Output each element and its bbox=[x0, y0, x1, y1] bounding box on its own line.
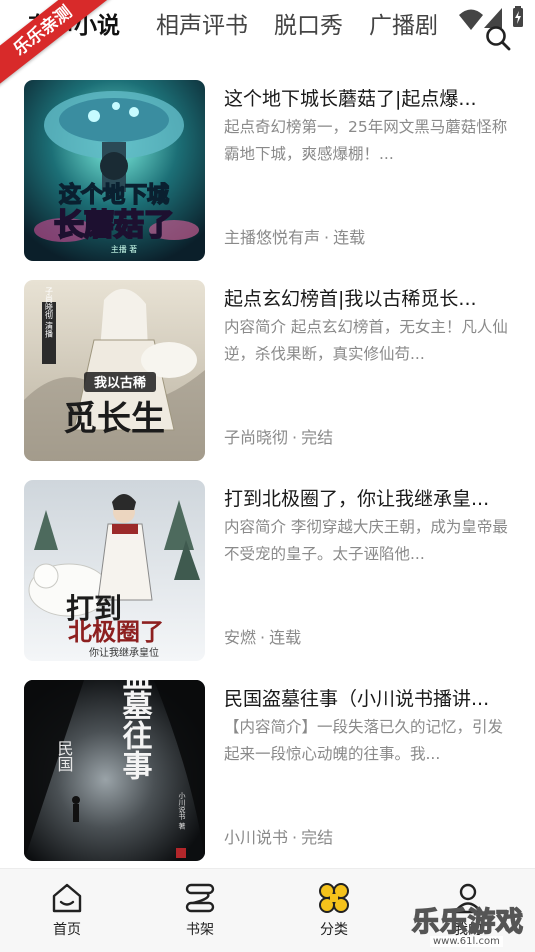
book-author: 安燃 bbox=[224, 628, 257, 647]
list-item[interactable]: 打到 北极圈了 你让我继承皇位 打到北极圈了，你让我继承皇... 内容简介 李彻… bbox=[0, 470, 535, 670]
book-meta: 小川说书 · 完结 bbox=[224, 824, 333, 848]
home-icon bbox=[52, 883, 82, 913]
nav-home-label: 首页 bbox=[53, 922, 81, 938]
tab-radio-drama[interactable]: 广播剧 bbox=[369, 6, 438, 40]
book-author: 主播悠悦有声 bbox=[224, 228, 321, 247]
nav-bookshelf[interactable]: 书架 bbox=[150, 869, 250, 952]
book-title: 打到北极圈了，你让我继承皇... bbox=[224, 488, 490, 510]
cover-title-line2: 长蘑菇了 bbox=[54, 208, 174, 243]
cover-author: 主播 著 bbox=[111, 244, 138, 254]
book-title: 民国盗墓往事（小川说书播讲... bbox=[224, 688, 490, 710]
book-cover: 子尚晓彻 演播 我以古稀 觅长生 bbox=[24, 280, 205, 461]
search-icon[interactable] bbox=[484, 24, 512, 52]
book-meta: 子尚晓彻 · 完结 bbox=[224, 424, 333, 448]
book-meta: 主播悠悦有声 · 连载 bbox=[224, 224, 365, 248]
book-title: 这个地下城长蘑菇了|起点爆... bbox=[224, 88, 477, 110]
book-cover: 打到 北极圈了 你让我继承皇位 bbox=[24, 480, 205, 661]
meta-separator: · bbox=[292, 428, 298, 447]
book-description: 起点奇幻榜第一，25年网文黑马蘑菇怪称霸地下城，爽感爆棚！... bbox=[224, 118, 508, 163]
list-item[interactable]: 子尚晓彻 演播 我以古稀 觅长生 起点玄幻榜首|我以古稀觅长... 内容简介 起… bbox=[0, 270, 535, 470]
book-status: 连载 bbox=[269, 628, 302, 647]
tab-crosstalk[interactable]: 相声评书 bbox=[156, 6, 248, 40]
book-author: 小川说书 bbox=[224, 828, 289, 847]
watermark-text: 乐乐游戏 bbox=[411, 906, 524, 939]
cover-title-line2: 觅长生 bbox=[63, 399, 165, 439]
bookshelf-icon bbox=[185, 883, 215, 913]
cover-title-line2: 北极圈了 bbox=[68, 617, 164, 646]
nav-home[interactable]: 首页 bbox=[17, 869, 117, 952]
cover-subtitle: 你让我继承皇位 bbox=[89, 646, 159, 659]
cover-side-text: 子尚晓彻 演播 bbox=[45, 287, 54, 339]
book-description: 内容简介 起点玄幻榜首，无女主！凡人仙逆，杀伐果断，真实修仙苟... bbox=[224, 318, 508, 363]
watermark-url: www.61l.com bbox=[430, 936, 503, 947]
cover-title-line1: 这个地下城 bbox=[59, 182, 169, 208]
site-watermark: 乐乐游戏 www.61l.com bbox=[411, 898, 535, 952]
meta-separator: · bbox=[292, 828, 298, 847]
cover-author: 小川说书 著 bbox=[178, 791, 186, 830]
category-icon bbox=[319, 883, 349, 913]
meta-separator: · bbox=[324, 228, 330, 247]
book-cover: 这个地下城 长蘑菇了 主播 著 bbox=[24, 80, 205, 261]
cover-title-line2: 盗墓往事 bbox=[117, 680, 154, 780]
list-item[interactable]: 这个地下城 长蘑菇了 主播 著 这个地下城长蘑菇了|起点爆... 起点奇幻榜第一… bbox=[0, 70, 535, 270]
book-title: 起点玄幻榜首|我以古稀觅长... bbox=[224, 288, 477, 310]
tab-talk-show[interactable]: 脱口秀 bbox=[274, 6, 343, 40]
book-description: 【内容简介】一段失落已久的记忆，引发起来一段惊心动魄的往事。我... bbox=[224, 718, 504, 763]
book-meta: 安燃 · 连载 bbox=[224, 624, 301, 648]
book-cover: 民国 盗墓往事 小川说书 著 bbox=[24, 680, 205, 861]
top-bar: 有声小说 相声评书 脱口秀 广播剧 乐乐亲测 bbox=[0, 0, 535, 89]
nav-category[interactable]: 分类 bbox=[284, 869, 384, 952]
nav-bookshelf-label: 书架 bbox=[186, 922, 214, 938]
book-description: 内容简介 李彻穿越大庆王朝，成为皇帝最不受宠的皇子。太子诬陷他... bbox=[224, 518, 508, 563]
book-status: 连载 bbox=[333, 228, 366, 247]
cover-title-line1: 民国 bbox=[55, 740, 74, 772]
meta-separator: · bbox=[260, 628, 266, 647]
battery-icon bbox=[513, 6, 523, 27]
book-status: 完结 bbox=[301, 828, 334, 847]
nav-category-label: 分类 bbox=[320, 922, 348, 938]
book-author: 子尚晓彻 bbox=[224, 428, 289, 447]
cover-title-line1: 我以古稀 bbox=[94, 375, 146, 391]
book-status: 完结 bbox=[301, 428, 334, 447]
list-item[interactable]: 民国 盗墓往事 小川说书 著 民国盗墓往事（小川说书播讲... 【内容简介】一段… bbox=[0, 670, 535, 870]
